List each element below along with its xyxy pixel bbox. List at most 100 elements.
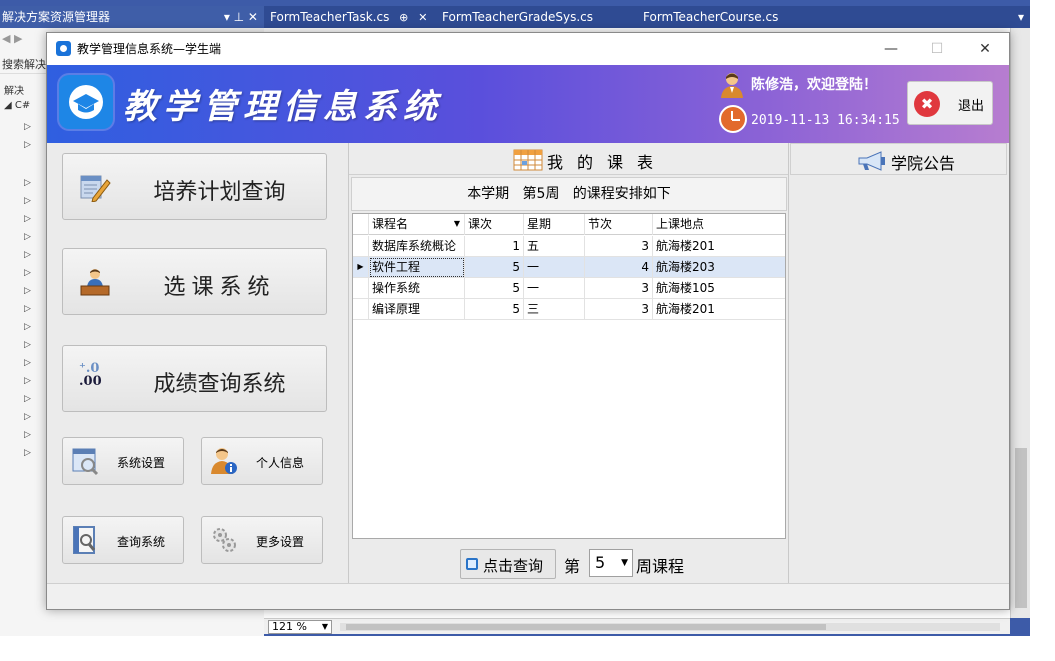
course-name-cell[interactable]: 软件工程 — [369, 257, 465, 278]
schedule-title: 我的课表 — [547, 153, 668, 172]
location-cell[interactable]: 航海楼201 — [653, 299, 785, 320]
column-header-course[interactable]: 课程名 ▼ — [369, 214, 465, 235]
tree-expand-icon[interactable]: ▷ — [24, 140, 31, 150]
editor-tab-strip: FormTeacherTask.cs ⊕ ✕ FormTeacherGradeS… — [264, 6, 1030, 28]
edit-plan-icon — [80, 175, 111, 202]
decimal-icon: ⁺.0 .00 — [79, 361, 102, 389]
session-cell[interactable]: 1 — [465, 236, 524, 257]
project-node-icon[interactable]: ◢ C# — [4, 100, 30, 111]
personal-info-button[interactable]: 个人信息 — [201, 437, 323, 485]
table-row[interactable]: 编译原理 5 三 3 航海楼201 — [353, 299, 785, 320]
exit-button[interactable]: ✖ 退出 — [907, 81, 993, 125]
weekday-cell[interactable]: 三 — [524, 299, 585, 320]
current-row-arrow-icon[interactable]: ▶ — [353, 257, 369, 278]
session-cell[interactable]: 5 — [465, 299, 524, 320]
tree-expand-icon[interactable]: ▷ — [24, 394, 31, 404]
tree-expand-icon[interactable]: ▷ — [24, 376, 31, 386]
query-system-button[interactable]: 查询系统 — [62, 516, 184, 564]
close-button[interactable]: ✕ — [975, 39, 995, 59]
window-titlebar[interactable]: 教学管理信息系统—学生端 — ☐ ✕ — [47, 33, 1009, 65]
location-cell[interactable]: 航海楼203 — [653, 257, 785, 278]
tree-expand-icon[interactable]: ▷ — [24, 358, 31, 368]
tree-expand-icon[interactable]: ▷ — [24, 178, 31, 188]
location-cell[interactable]: 航海楼105 — [653, 278, 785, 299]
more-settings-button[interactable]: 更多设置 — [201, 516, 323, 564]
pin-icon[interactable]: ⊕ — [399, 11, 408, 24]
weekday-cell[interactable]: 一 — [524, 257, 585, 278]
solution-explorer-header[interactable]: 解决方案资源管理器 ▾ ⊥ ✕ — [0, 6, 264, 28]
tree-expand-icon[interactable]: ▷ — [24, 214, 31, 224]
editor-tab-label: FormTeacherGradeSys.cs — [442, 10, 593, 24]
weekday-cell[interactable]: 五 — [524, 236, 585, 257]
tree-expand-icon[interactable]: ▷ — [24, 286, 31, 296]
period-cell[interactable]: 4 — [585, 257, 653, 278]
table-row[interactable]: 操作系统 5 一 3 航海楼105 — [353, 278, 785, 299]
table-row[interactable]: 数据库系统概论 1 五 3 航海楼201 — [353, 236, 785, 257]
week-select[interactable]: 5 ▼ — [589, 549, 633, 577]
announcement-panel: 学院公告 — [790, 143, 1009, 583]
row-header-cell — [353, 214, 369, 235]
tree-expand-icon[interactable]: ▷ — [24, 268, 31, 278]
scrollbar-thumb[interactable] — [346, 624, 826, 630]
editor-tab[interactable]: FormTeacherCourse.cs — [637, 6, 784, 28]
column-header-period[interactable]: 节次 — [585, 214, 653, 235]
row-header-cell[interactable] — [353, 278, 369, 299]
scrollbar-thumb[interactable] — [1015, 448, 1027, 608]
minimize-button[interactable]: — — [881, 39, 901, 59]
tree-expand-icon[interactable]: ▷ — [24, 196, 31, 206]
more-settings-label: 更多设置 — [255, 535, 304, 549]
tree-expand-icon[interactable]: ▷ — [24, 232, 31, 242]
close-icon[interactable]: ✕ — [418, 11, 427, 24]
exit-icon: ✖ — [914, 91, 940, 117]
editor-tab[interactable]: FormTeacherTask.cs ⊕ ✕ — [264, 6, 433, 28]
table-row-selected[interactable]: ▶ 软件工程 5 一 4 航海楼203 — [353, 257, 785, 278]
tree-expand-icon[interactable]: ▷ — [24, 448, 31, 458]
session-cell[interactable]: 5 — [465, 278, 524, 299]
maximize-button[interactable]: ☐ — [927, 39, 947, 59]
explorer-toolbar[interactable]: ◀ ▶ — [2, 32, 22, 45]
course-selection-button[interactable]: 选课系统 — [62, 248, 327, 315]
tab-dropdown-icon[interactable]: ▾ — [1018, 6, 1024, 28]
course-name-cell[interactable]: 数据库系统概论 — [369, 236, 465, 257]
location-cell[interactable]: 航海楼201 — [653, 236, 785, 257]
column-header-weekday[interactable]: 星期 — [524, 214, 585, 235]
column-header-location[interactable]: 上课地点 — [653, 214, 785, 235]
period-cell[interactable]: 3 — [585, 236, 653, 257]
system-settings-button[interactable]: 系统设置 — [62, 437, 184, 485]
course-name-cell[interactable]: 编译原理 — [369, 299, 465, 320]
grade-query-button[interactable]: ⁺.0 .00 成绩查询系统 — [62, 345, 327, 412]
panel-pin-icon[interactable]: ▾ ⊥ ✕ — [224, 6, 258, 28]
system-settings-label: 系统设置 — [116, 456, 165, 470]
solution-explorer-title: 解决方案资源管理器 — [2, 10, 111, 24]
period-cell[interactable]: 3 — [585, 278, 653, 299]
row-header-cell[interactable] — [353, 236, 369, 257]
training-plan-query-button[interactable]: 培养计划查询 — [62, 153, 327, 220]
query-button[interactable]: 点击查询 — [460, 549, 556, 579]
sort-desc-icon: ▼ — [453, 219, 460, 228]
row-header-cell[interactable] — [353, 299, 369, 320]
zoom-select[interactable]: 121 % ▼ — [268, 620, 332, 634]
solution-node[interactable]: 解决 — [4, 82, 24, 97]
tree-expand-icon[interactable]: ▷ — [24, 340, 31, 350]
tree-expand-icon[interactable]: ▷ — [24, 122, 31, 132]
editor-horizontal-scrollbar[interactable] — [340, 623, 1000, 631]
course-name-cell[interactable]: 操作系统 — [369, 278, 465, 299]
weekday-cell[interactable]: 一 — [524, 278, 585, 299]
chevron-down-icon: ▼ — [321, 622, 328, 631]
period-cell[interactable]: 3 — [585, 299, 653, 320]
tree-expand-icon[interactable]: ▷ — [24, 250, 31, 260]
schedule-grid[interactable]: 课程名 ▼ 课次 星期 节次 上课地点 数据库系统概论 1 五 3 航海楼201 … — [352, 213, 786, 539]
timetable-icon — [513, 149, 543, 171]
editor-vertical-scrollbar[interactable] — [1010, 28, 1030, 618]
session-cell[interactable]: 5 — [465, 257, 524, 278]
header-banner: 教学管理信息系统 陈修浩，欢迎登陆！ 2019-11-13 16:34:15 ✖… — [47, 65, 1009, 143]
editor-tab[interactable]: FormTeacherGradeSys.cs — [436, 6, 599, 28]
tree-expand-icon[interactable]: ▷ — [24, 322, 31, 332]
tree-expand-icon[interactable]: ▷ — [24, 304, 31, 314]
window-title: 教学管理信息系统—学生端 — [77, 42, 222, 56]
tree-expand-icon[interactable]: ▷ — [24, 412, 31, 422]
column-header-session[interactable]: 课次 — [465, 214, 524, 235]
query-system-label: 查询系统 — [116, 535, 165, 549]
course-selection-label: 选课系统 — [163, 275, 276, 300]
tree-expand-icon[interactable]: ▷ — [24, 430, 31, 440]
